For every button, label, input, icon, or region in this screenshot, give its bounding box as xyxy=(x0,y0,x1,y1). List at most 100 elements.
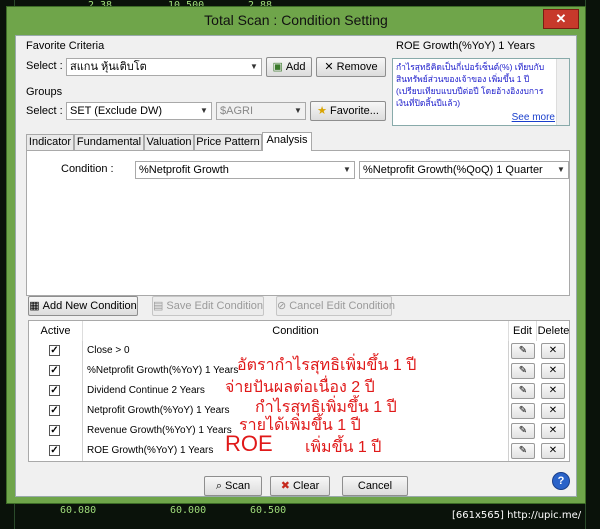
pencil-icon: ✎ xyxy=(518,445,528,456)
pencil-icon: ✎ xyxy=(518,345,528,356)
condition-select-primary[interactable]: %Netprofit Growth ▼ xyxy=(135,161,355,179)
edit-button[interactable]: ✎ xyxy=(511,403,535,419)
delete-button[interactable]: ✕ xyxy=(541,443,565,459)
favorite-select-value: สแกน หุ้นเติบโต xyxy=(70,61,147,73)
add-favorite-button[interactable]: ▣ Add xyxy=(266,57,312,77)
tab-valuation[interactable]: Valuation xyxy=(144,134,194,151)
chevron-down-icon: ▼ xyxy=(250,62,258,71)
scan-button[interactable]: ⌕ Scan xyxy=(204,476,262,496)
edit-button[interactable]: ✎ xyxy=(511,443,535,459)
pencil-icon: ✎ xyxy=(518,385,528,396)
favorite-select[interactable]: สแกน หุ้นเติบโต ▼ xyxy=(66,58,262,76)
header-active: Active xyxy=(29,321,83,341)
chevron-down-icon: ▼ xyxy=(200,106,208,115)
delete-button[interactable]: ✕ xyxy=(541,363,565,379)
favorite-select-label: Select : xyxy=(26,60,63,72)
groups-select-label: Select : xyxy=(26,105,63,117)
star-icon: ★ xyxy=(317,105,327,117)
active-checkbox[interactable]: ✓ xyxy=(49,365,60,376)
annotation-roe-growth: เพิ่มขึ้น 1 ปี xyxy=(305,439,382,456)
help-icon[interactable]: ? xyxy=(552,472,570,490)
bg-number: 60.500 xyxy=(250,505,287,516)
cancel-icon: ⊘ xyxy=(277,300,287,312)
search-icon: ⌕ xyxy=(215,480,223,492)
condition-setting-window: Total Scan : Condition Setting ✕ Favorit… xyxy=(6,6,586,504)
edit-button[interactable]: ✎ xyxy=(511,383,535,399)
active-checkbox[interactable]: ✓ xyxy=(49,405,60,416)
close-button[interactable]: ✕ xyxy=(543,9,579,29)
footer-credit: [661x565] http://upic.me/ xyxy=(452,510,582,521)
title-bar[interactable]: Total Scan : Condition Setting ✕ xyxy=(7,7,585,33)
description-scrollbar[interactable] xyxy=(556,59,569,125)
condition-select-secondary[interactable]: %Netprofit Growth(%QoQ) 1 Quarter ▼ xyxy=(359,161,569,179)
description-text: กำไรสุทธิคิดเป็นกี่เปอร์เซ็นต์(%) เทียบก… xyxy=(396,62,545,108)
header-condition: Condition xyxy=(83,321,509,341)
save-icon: ▤ xyxy=(153,300,164,312)
delete-button[interactable]: ✕ xyxy=(541,343,565,359)
clear-button[interactable]: ✖ Clear xyxy=(270,476,330,496)
delete-button[interactable]: ✕ xyxy=(541,383,565,399)
add-new-condition-button[interactable]: ▦ Add New Condition xyxy=(28,296,138,316)
table-row[interactable]: ✓ ROE Growth(%YoY) 1 Years ✎ ✕ xyxy=(29,441,569,461)
clear-label: Clear xyxy=(292,480,320,492)
window-title: Total Scan : Condition Setting xyxy=(204,12,388,28)
pencil-icon: ✎ xyxy=(518,365,528,376)
chevron-down-icon: ▼ xyxy=(557,165,565,174)
chevron-down-icon: ▼ xyxy=(294,106,302,115)
dialog-body: Favorite Criteria Select : สแกน หุ้นเติบ… xyxy=(15,35,577,497)
favorite-button[interactable]: ★ Favorite... xyxy=(310,101,386,121)
tab-analysis[interactable]: Analysis xyxy=(262,132,312,151)
active-checkbox[interactable]: ✓ xyxy=(49,345,60,356)
edit-button[interactable]: ✎ xyxy=(511,343,535,359)
delete-icon: ✕ xyxy=(548,445,558,456)
active-checkbox[interactable]: ✓ xyxy=(49,445,60,456)
cancel-edit-condition-button[interactable]: ⊘ Cancel Edit Condition xyxy=(276,296,396,316)
remove-icon: ✕ xyxy=(324,61,334,73)
header-delete: Delete xyxy=(537,321,569,341)
header-edit: Edit xyxy=(509,321,537,341)
groups-label: Groups xyxy=(26,86,63,98)
favorite-button-label: Favorite... xyxy=(329,105,379,117)
save-edit-condition-button[interactable]: ▤ Save Edit Condition xyxy=(152,296,264,316)
sector-select-value: $AGRI xyxy=(220,105,254,117)
grid-header: Active Condition Edit Delete xyxy=(29,321,569,342)
tab-fundamental[interactable]: Fundamental xyxy=(74,134,144,151)
groups-select[interactable]: SET (Exclude DW) ▼ xyxy=(66,102,212,120)
add-favorite-label: Add xyxy=(285,61,306,73)
pencil-icon: ✎ xyxy=(518,405,528,416)
description-title: ROE Growth(%YoY) 1 Years xyxy=(396,40,535,52)
condition-primary-value: %Netprofit Growth xyxy=(139,164,229,176)
cancel-edit-condition-label: Cancel Edit Condition xyxy=(289,300,396,312)
pencil-icon: ✎ xyxy=(518,425,528,436)
condition-cell: ROE Growth(%YoY) 1 Years xyxy=(83,441,509,461)
edit-button[interactable]: ✎ xyxy=(511,363,535,379)
condition-grid: Active Condition Edit Delete ✓ Close > 0… xyxy=(28,320,570,462)
active-checkbox[interactable]: ✓ xyxy=(49,425,60,436)
annotation-roe: ROE xyxy=(225,431,273,456)
delete-button[interactable]: ✕ xyxy=(541,423,565,439)
delete-icon: ✕ xyxy=(548,345,558,356)
save-edit-condition-label: Save Edit Condition xyxy=(166,300,264,312)
groups-select-value: SET (Exclude DW) xyxy=(70,105,163,117)
active-checkbox[interactable]: ✓ xyxy=(49,385,60,396)
delete-icon: ✕ xyxy=(548,365,558,376)
delete-icon: ✕ xyxy=(548,425,558,436)
see-more-link[interactable]: See more xyxy=(512,112,555,123)
delete-icon: ✕ xyxy=(548,385,558,396)
grid-icon: ▦ xyxy=(29,300,40,312)
remove-favorite-button[interactable]: ✕ Remove xyxy=(316,57,386,77)
analysis-panel: Condition : %Netprofit Growth ▼ %Netprof… xyxy=(26,150,570,296)
edit-button[interactable]: ✎ xyxy=(511,423,535,439)
tab-indicator[interactable]: Indicator xyxy=(26,134,74,151)
tab-price-pattern[interactable]: Price Pattern xyxy=(194,134,262,151)
delete-icon: ✕ xyxy=(548,405,558,416)
sector-select[interactable]: $AGRI ▼ xyxy=(216,102,306,120)
delete-button[interactable]: ✕ xyxy=(541,403,565,419)
description-box: กำไรสุทธิคิดเป็นกี่เปอร์เซ็นต์(%) เทียบก… xyxy=(392,58,570,126)
close-icon: ✕ xyxy=(555,11,567,26)
add-icon: ▣ xyxy=(272,61,283,73)
bg-number: 60.080 xyxy=(60,505,97,516)
remove-favorite-label: Remove xyxy=(336,61,378,73)
cancel-button[interactable]: Cancel xyxy=(342,476,408,496)
chevron-down-icon: ▼ xyxy=(343,165,351,174)
